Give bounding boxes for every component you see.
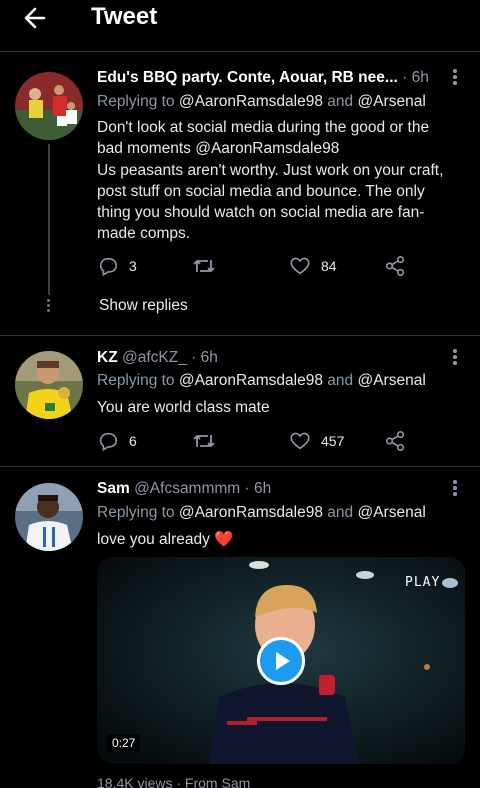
arrow-left-icon [24,7,46,29]
view-count: 18.4K views · From Sam [97,775,251,788]
tweet-text: You are world class mate [97,399,270,416]
tweet-header: Sam @Afcsammmm · 6h [97,480,271,498]
heart-icon [290,432,310,450]
avatar[interactable] [15,351,83,419]
replying-and: and [327,93,354,110]
like-button[interactable]: 84 [289,253,337,279]
mention-link[interactable]: @AaronRamsdale98 [179,504,323,521]
avatar[interactable] [15,483,83,551]
tweet-3[interactable]: Sam @Afcsammmm · 6h Replying to @AaronRa… [0,468,480,788]
share-button[interactable] [384,253,406,279]
mention-link[interactable]: @Arsenal [357,372,425,389]
avatar[interactable] [15,72,83,140]
video-overlay-text: PLAY [405,575,441,590]
retweet-icon [193,435,215,447]
display-name[interactable]: Sam [97,480,130,497]
like-count: 457 [321,433,345,449]
share-icon [385,431,405,451]
reply-icon [99,257,118,277]
replying-prefix: Replying to [97,372,175,389]
replying-and: and [327,504,354,521]
share-button[interactable] [384,428,406,454]
mention-link[interactable]: @AaronRamsdale98 [179,93,323,110]
replying-to: Replying to @AaronRamsdale98 and @Arsena… [97,504,426,522]
video-duration: 0:27 [107,734,141,752]
tweet-text-content: Don't look at social media during the go… [97,119,444,243]
tweet-header: KZ @afcKZ_ · 6h [97,349,218,367]
play-icon [276,652,290,670]
retweet-button[interactable] [192,253,226,279]
tweet-1[interactable]: Edu's BBQ party. Conte, Aouar, RB nee...… [0,53,480,336]
tweet-actions: 3 84 [97,253,417,279]
show-replies-link[interactable]: Show replies [99,297,188,315]
display-name[interactable]: Edu's BBQ party. Conte, Aouar, RB nee... [97,69,398,86]
replying-to: Replying to @AaronRamsdale98 and @Arsena… [97,372,426,390]
display-name[interactable]: KZ [97,349,118,366]
tweet-text: love you already ❤️ [97,531,234,548]
replying-prefix: Replying to [97,93,175,110]
like-count: 84 [321,258,337,274]
retweet-icon [193,260,215,272]
mention-link[interactable]: @AaronRamsdale98 [179,372,323,389]
more-options-button[interactable] [453,69,457,87]
heart-icon [290,257,310,275]
timestamp[interactable]: · 6h [402,69,429,86]
more-options-button[interactable] [453,349,457,367]
thread-gap-dots [47,297,51,314]
share-icon [385,256,405,276]
mention-link[interactable]: @Arsenal [357,504,425,521]
top-bar: Tweet [0,0,480,52]
thread-line [48,144,50,295]
tweet-2[interactable]: KZ @afcKZ_ · 6h Replying to @AaronRamsda… [0,337,480,467]
tweet-text: Don't look at social media during the go… [97,117,457,245]
tweet-header: Edu's BBQ party. Conte, Aouar, RB nee...… [97,69,429,87]
video-player[interactable]: PLAY 0:27 [97,557,465,764]
replying-to: Replying to @AaronRamsdale98 and @Arsena… [97,93,426,111]
replying-and: and [327,372,354,389]
reply-button[interactable]: 3 [97,253,137,279]
more-options-button[interactable] [453,480,457,498]
reply-count: 6 [129,433,137,449]
reply-count: 3 [129,258,137,274]
timestamp[interactable]: · 6h [191,349,218,366]
username[interactable]: @afcKZ_ [122,349,187,366]
page-title: Tweet [91,3,158,30]
timestamp[interactable]: · 6h [245,480,272,497]
tweet-actions: 6 457 [97,428,417,454]
play-button[interactable] [257,637,305,685]
back-button[interactable] [18,4,54,32]
reply-button[interactable]: 6 [97,428,137,454]
username[interactable]: @Afcsammmm [134,480,240,497]
mention-link[interactable]: @Arsenal [357,93,425,110]
reply-icon [99,432,118,452]
retweet-button[interactable] [192,428,226,454]
like-button[interactable]: 457 [289,428,344,454]
replying-prefix: Replying to [97,504,175,521]
